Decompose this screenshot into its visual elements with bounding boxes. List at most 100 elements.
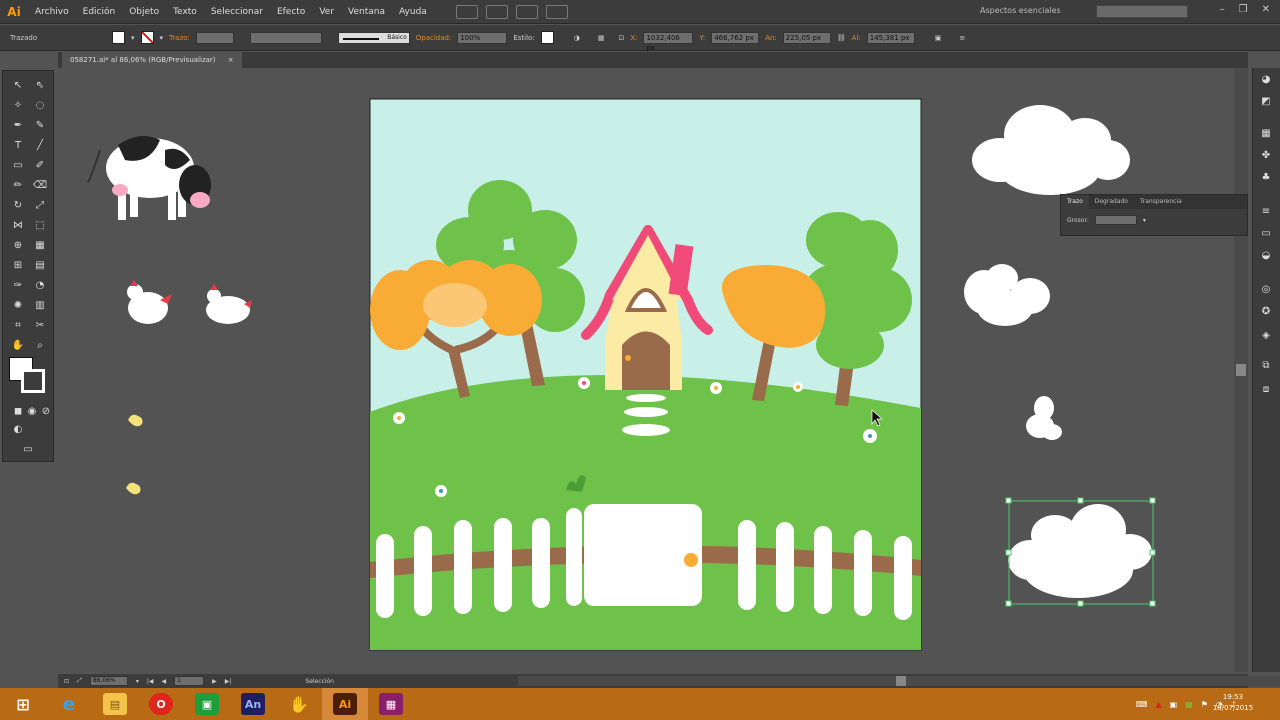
app-tray-icon[interactable]: ▦ [1185,700,1193,709]
prev-artboard-icon[interactable]: ◀ [162,678,167,685]
artboard-number-field[interactable]: 1 [174,676,205,686]
taskbar-store[interactable]: ▣ [184,688,230,720]
chevron-down-icon[interactable]: ▾ [136,678,139,685]
cloud-selected[interactable] [1005,497,1156,607]
cow-illustration[interactable] [87,136,211,220]
acrobat-icon[interactable]: ▲ [1155,700,1161,709]
swatches-panel-icon[interactable]: ▦ [1259,128,1273,141]
clock-time: 19:53 [1222,693,1244,701]
layers-panel-icon[interactable]: ◈ [1259,330,1273,343]
chicken-illustration[interactable] [127,280,172,324]
type-tool-icon[interactable]: T [9,137,27,153]
symbols-panel-icon[interactable]: ♣ [1259,172,1273,185]
pen-tool-icon[interactable]: ✒ [9,117,27,133]
weight-label: Grosor: [1067,216,1089,224]
magic-wand-tool-icon[interactable]: ✧ [9,97,27,113]
hand-tool-icon[interactable]: ✋ [9,337,27,353]
taskbar-illustrator[interactable]: Ai [322,688,368,720]
color-guide-icon[interactable]: ◩ [1259,96,1273,109]
panel-dock: ◕ ◩ ▦ ✤ ♣ ≡ ▭ ◒ ◎ ✪ ◈ ⧉ ⧈ [1252,68,1280,672]
taskbar-file-explorer[interactable]: ▤ [92,688,138,720]
column-graph-tool-icon[interactable]: ▥ [31,297,49,313]
selection-tool-icon[interactable]: ↖ [9,77,27,93]
status-tool-label: Selección [305,677,334,685]
scroll-thumb[interactable] [896,676,906,686]
clock-date: 18/07/2015 [1212,704,1254,712]
chick-illustration[interactable] [128,414,143,427]
chicken-illustration[interactable] [206,284,252,324]
zoom-field[interactable]: 86,06% [89,676,128,686]
pencil-tool-icon[interactable]: ✏ [9,177,27,193]
none-mode-icon[interactable]: ⊘ [37,403,55,419]
app-tray-icon[interactable]: ▣ [1170,700,1178,709]
horizontal-scrollbar[interactable] [518,676,1280,686]
transparency-panel-icon[interactable]: ◒ [1259,250,1273,263]
lasso-tool-icon[interactable]: ◌ [31,97,49,113]
last-artboard-icon[interactable]: ▶| [225,678,232,685]
artboard-nav-icon[interactable]: ⊡ [64,678,69,685]
folder-icon: ▤ [103,693,127,715]
stroke-panel-icon[interactable]: ≡ [1259,206,1273,219]
taskbar-app-glove[interactable]: ✋ [276,688,322,720]
graphic-styles-panel-icon[interactable]: ✪ [1259,306,1273,319]
taskbar-clock[interactable]: 19:53 18/07/2015 [1208,692,1258,714]
tab-transparencia[interactable]: Transparencia [1134,195,1188,209]
curvature-tool-icon[interactable]: ✎ [31,117,49,133]
taskbar-opera[interactable]: O [138,688,184,720]
cloud-small[interactable] [1026,396,1062,440]
eyedropper-tool-icon[interactable]: ✑ [9,277,27,293]
opera-icon: O [149,693,173,715]
tab-degradado[interactable]: Degradado [1089,195,1134,209]
tab-trazo[interactable]: Trazo [1061,195,1089,209]
gradient-panel-icon[interactable]: ▭ [1259,228,1273,241]
appearance-panel-icon[interactable]: ◎ [1259,284,1273,297]
symbol-sprayer-tool-icon[interactable]: ✺ [9,297,27,313]
fit-artboard-icon[interactable]: ⤢ [77,677,82,685]
stroke-color-box[interactable] [21,369,45,393]
mesh-tool-icon[interactable]: ⊞ [9,257,27,273]
width-tool-icon[interactable]: ⋈ [9,217,27,233]
brushes-panel-icon[interactable]: ✤ [1259,150,1273,163]
first-artboard-icon[interactable]: |◀ [147,678,154,685]
gradient-tool-icon[interactable]: ▤ [31,257,49,273]
rectangle-tool-icon[interactable]: ▭ [9,157,27,173]
taskbar-animate[interactable]: An [230,688,276,720]
vertical-scrollbar[interactable] [1234,68,1248,672]
blend-tool-icon[interactable]: ◔ [31,277,49,293]
shape-builder-tool-icon[interactable]: ⊕ [9,237,27,253]
stroke-panel: Trazo Degradado Transparencia Grosor: ▾ [1060,194,1248,236]
status-bar: ⊡ ⤢ 86,06% ▾ |◀ ◀ 1 ▶ ▶| Selección [58,674,1280,688]
eraser-tool-icon[interactable]: ⌫ [31,177,49,193]
chick-illustration[interactable] [126,482,141,495]
scroll-thumb[interactable] [1236,364,1246,376]
screen-mode-icon[interactable]: ▭ [19,441,37,457]
weight-field[interactable] [1094,215,1137,225]
direct-selection-tool-icon[interactable]: ⇖ [31,77,49,93]
taskbar-internet-explorer[interactable]: e [46,688,92,720]
rotate-tool-icon[interactable]: ↻ [9,197,27,213]
start-button[interactable]: ⊞ [0,688,46,720]
cloud-large[interactable] [972,105,1130,195]
taskbar-winrar[interactable]: ▦ [368,688,414,720]
canvas[interactable] [0,0,1280,720]
animate-icon: An [241,693,265,715]
next-artboard-icon[interactable]: ▶ [212,678,217,685]
chevron-down-icon[interactable]: ▾ [1143,217,1146,224]
keyboard-icon[interactable]: ⌨ [1136,700,1148,709]
free-transform-tool-icon[interactable]: ⬚ [31,217,49,233]
artboard-tool-icon[interactable]: ⌗ [9,317,27,333]
line-tool-icon[interactable]: ╱ [31,137,49,153]
cloud-medium[interactable] [964,264,1050,326]
layers-stack-icon[interactable]: ⧉ [1259,360,1273,373]
color-panel-icon[interactable]: ◕ [1259,74,1273,87]
glove-icon: ✋ [289,694,309,714]
zoom-tool-icon[interactable]: ⌕ [31,337,49,353]
paintbrush-tool-icon[interactable]: ✐ [31,157,49,173]
flag-icon[interactable]: ⚑ [1201,700,1208,709]
artboards-panel-icon[interactable]: ⧈ [1259,384,1273,397]
draw-mode-icon[interactable]: ◐ [9,421,27,437]
perspective-grid-tool-icon[interactable]: ▦ [31,237,49,253]
slice-tool-icon[interactable]: ✂ [31,317,49,333]
scale-tool-icon[interactable]: ⤢ [31,197,49,213]
internet-explorer-icon: e [62,693,76,715]
